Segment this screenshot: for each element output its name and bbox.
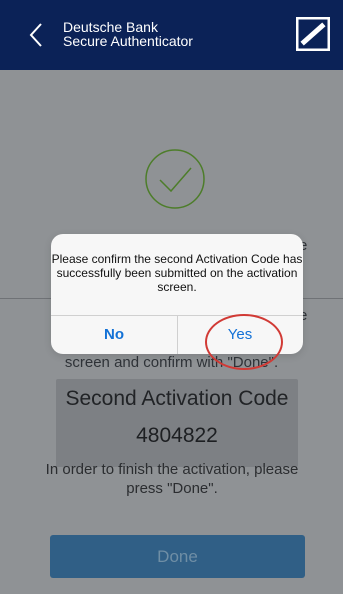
yes-button-highlight [205,314,283,370]
no-button[interactable]: No [51,315,177,354]
dialog-message: Please confirm the second Activation Cod… [51,252,303,294]
app-title-line-2: Secure Authenticator [63,33,193,49]
activation-instructions: In order to finish the activation, pleas… [45,461,299,497]
app-title-line-1: Deutsche Bank [63,19,158,35]
background-confirm-text: screen and confirm with "Done". [64,354,279,371]
second-activation-code-card: Second Activation Code 4804822 [56,379,298,467]
back-arrow-icon[interactable] [26,22,48,48]
code-title: Second Activation Code [65,387,289,410]
done-button[interactable]: Done [50,535,305,578]
success-check-icon [145,149,205,209]
app-header: Deutsche Bank Secure Authenticator [0,0,343,70]
deutsche-bank-logo-icon [296,17,330,51]
activation-code-value: 4804822 [136,424,218,447]
